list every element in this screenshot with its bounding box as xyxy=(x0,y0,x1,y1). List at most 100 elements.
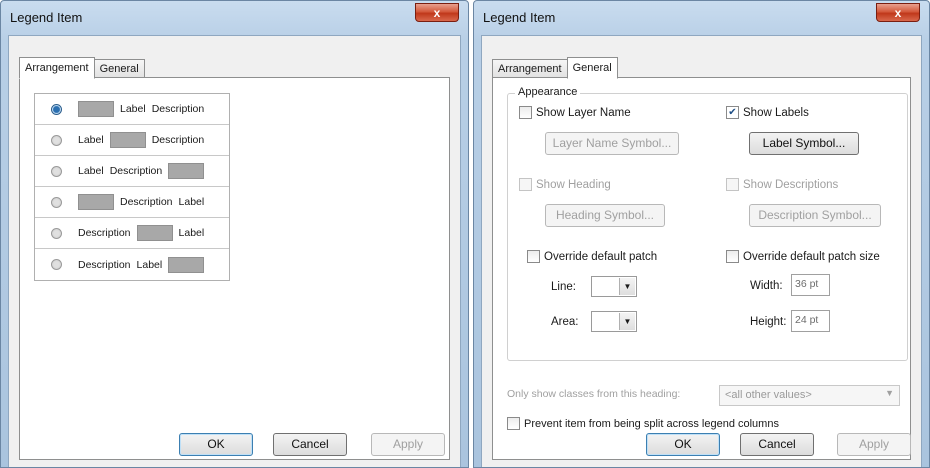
only-show-classes-label: Only show classes from this heading: xyxy=(507,388,681,400)
description-symbol-button[interactable]: Description Symbol... xyxy=(749,204,881,227)
show-labels-label: Show Labels xyxy=(743,106,809,119)
chevron-down-icon[interactable]: ▼ xyxy=(885,388,894,398)
arrangement-option[interactable]: Description Label xyxy=(35,187,229,218)
tab-strip: Arrangement General xyxy=(19,56,145,79)
tab-arrangement[interactable]: Arrangement xyxy=(492,59,568,78)
arrangement-list: Label Description Label Description Label Des… xyxy=(34,93,230,281)
layer-name-symbol-button[interactable]: Layer Name Symbol... xyxy=(545,132,679,155)
arrangement-preview: Description Label xyxy=(78,225,204,241)
patch-swatch xyxy=(78,101,114,117)
show-labels-checkbox[interactable]: ✔ Show Labels xyxy=(726,106,809,119)
height-label: Height: xyxy=(750,316,787,328)
close-button[interactable]: x xyxy=(876,3,920,22)
title-bar: Legend Item x xyxy=(474,1,929,35)
patch-swatch xyxy=(78,194,114,210)
checkbox-box[interactable] xyxy=(726,250,739,263)
description-text: Description xyxy=(109,165,163,177)
arrangement-radio[interactable] xyxy=(51,259,62,270)
label-text: Label xyxy=(178,196,205,208)
label-text: Label xyxy=(78,165,104,177)
tab-general[interactable]: General xyxy=(93,59,145,78)
area-label: Area: xyxy=(551,316,579,328)
show-heading-checkbox[interactable]: Show Heading xyxy=(519,178,611,191)
cancel-button[interactable]: Cancel xyxy=(740,433,814,456)
cancel-button[interactable]: Cancel xyxy=(273,433,347,456)
arrangement-option[interactable]: Label Description xyxy=(35,156,229,187)
show-layer-name-label: Show Layer Name xyxy=(536,106,631,119)
checkmark-icon[interactable]: ✔ xyxy=(726,106,739,119)
show-descriptions-label: Show Descriptions xyxy=(743,178,839,191)
tab-general[interactable]: General xyxy=(566,57,618,79)
description-text: Description xyxy=(78,227,131,239)
arrangement-preview: Description Label xyxy=(78,256,205,273)
label-symbol-button[interactable]: Label Symbol... xyxy=(749,132,859,155)
show-layer-name-checkbox[interactable]: Show Layer Name xyxy=(519,106,631,119)
area-patch-combo[interactable]: ▼ xyxy=(591,311,637,332)
show-descriptions-checkbox[interactable]: Show Descriptions xyxy=(726,178,838,191)
window-title: Legend Item xyxy=(10,10,83,25)
override-patch-size-label: Override default patch size xyxy=(743,250,880,263)
arrangement-preview: Label Description xyxy=(78,101,204,117)
apply-button[interactable]: Apply xyxy=(837,433,911,456)
label-text: Label xyxy=(178,227,205,239)
height-field[interactable]: 24 pt xyxy=(791,310,830,332)
appearance-legend: Appearance xyxy=(515,86,581,98)
arrangement-radio[interactable] xyxy=(51,134,62,146)
override-patch-size-checkbox[interactable]: Override default patch size xyxy=(726,250,880,263)
override-patch-checkbox[interactable]: Override default patch xyxy=(527,250,657,263)
checkbox-box[interactable] xyxy=(527,250,540,263)
general-panel: Appearance Show Layer Name ✔ Show Labels… xyxy=(492,77,911,460)
title-bar: Legend Item x xyxy=(1,1,468,35)
line-label: Line: xyxy=(551,281,576,293)
description-text: Description xyxy=(78,258,131,271)
prevent-split-checkbox[interactable]: Prevent item from being split across leg… xyxy=(507,417,779,430)
arrangement-radio[interactable] xyxy=(51,103,62,115)
arrangement-radio[interactable] xyxy=(51,227,62,239)
checkbox-box[interactable] xyxy=(519,106,532,119)
heading-classes-combo[interactable]: <all other values> ▼ xyxy=(719,385,900,406)
chevron-down-icon[interactable]: ▼ xyxy=(619,278,635,295)
arrangement-radio[interactable] xyxy=(51,196,62,208)
line-patch-combo[interactable]: ▼ xyxy=(591,276,637,297)
heading-classes-value: <all other values> xyxy=(725,389,812,401)
tab-arrangement[interactable]: Arrangement xyxy=(19,57,95,79)
description-text: Description xyxy=(120,196,173,208)
apply-button[interactable]: Apply xyxy=(371,433,445,456)
width-label: Width: xyxy=(750,280,783,292)
tab-strip: Arrangement General xyxy=(492,56,618,79)
arrangement-option[interactable]: Label Description xyxy=(35,94,229,125)
arrangement-option[interactable]: Description Label xyxy=(35,218,229,249)
arrangement-radio[interactable] xyxy=(51,165,62,177)
label-text: Label xyxy=(78,134,104,146)
ok-button[interactable]: OK xyxy=(646,433,720,456)
dialog-body: Arrangement General Appearance Show Laye… xyxy=(481,35,922,467)
arrangement-option[interactable]: Label Description xyxy=(35,125,229,156)
width-field[interactable]: 36 pt xyxy=(791,274,830,296)
close-button[interactable]: x xyxy=(415,3,459,22)
label-text: Label xyxy=(136,258,163,271)
show-heading-label: Show Heading xyxy=(536,178,611,191)
arrangement-preview: Label Description xyxy=(78,132,204,148)
arrangement-panel: Label Description Label Description Label Des… xyxy=(19,77,450,460)
override-patch-label: Override default patch xyxy=(544,250,658,263)
patch-swatch xyxy=(109,132,146,148)
heading-symbol-button[interactable]: Heading Symbol... xyxy=(545,204,665,227)
chevron-down-icon[interactable]: ▼ xyxy=(619,313,635,330)
checkbox-box[interactable] xyxy=(519,178,532,191)
description-text: Description xyxy=(151,103,205,115)
arrangement-option[interactable]: Description Label xyxy=(35,249,229,280)
dialog-body: Arrangement General Label Description Labe… xyxy=(8,35,461,467)
ok-button[interactable]: OK xyxy=(179,433,253,456)
window-title: Legend Item xyxy=(483,10,556,25)
checkbox-box[interactable] xyxy=(507,417,520,430)
patch-swatch xyxy=(136,225,173,241)
legend-item-dialog-general: Legend Item x Arrangement General Appear… xyxy=(473,0,930,468)
checkbox-box[interactable] xyxy=(726,178,739,191)
arrangement-preview: Description Label xyxy=(78,194,204,210)
description-text: Description xyxy=(151,134,205,146)
arrangement-preview: Label Description xyxy=(78,163,205,179)
prevent-split-label: Prevent item from being split across leg… xyxy=(524,417,779,430)
patch-swatch xyxy=(168,163,205,179)
legend-item-dialog-arrangement: Legend Item x Arrangement General Label D… xyxy=(0,0,469,468)
patch-swatch xyxy=(168,256,205,273)
